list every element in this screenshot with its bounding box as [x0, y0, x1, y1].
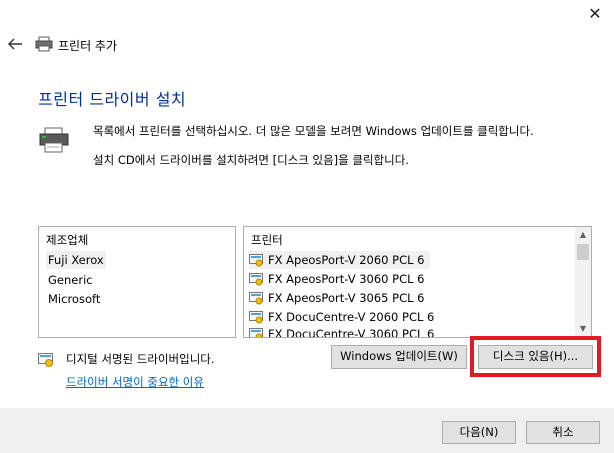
driver-certificate-icon	[249, 310, 263, 324]
scroll-down-icon[interactable]: ▼	[575, 321, 591, 337]
back-arrow-icon[interactable]	[6, 35, 24, 53]
cancel-button[interactable]: 취소	[526, 421, 600, 444]
printer-icon	[38, 126, 72, 154]
printer-item-label: FX DocuCentre-V 3060 PCL 6	[268, 327, 435, 338]
signing-info-link[interactable]: 드라이버 서명이 중요한 이유	[66, 374, 204, 390]
driver-certificate-icon	[249, 253, 263, 267]
printer-item-label: FX ApeosPort-V 2060 PCL 6	[268, 253, 425, 267]
signed-driver-text: 디지털 서명된 드라이버입니다.	[66, 352, 215, 366]
manufacturer-item[interactable]: Generic	[46, 271, 95, 289]
printer-item[interactable]: FX ApeosPort-V 2060 PCL 6	[249, 251, 431, 269]
manufacturer-list-header: 제조업체	[46, 233, 89, 247]
printer-item-label: FX ApeosPort-V 3065 PCL 6	[268, 291, 425, 305]
dialog-footer	[0, 408, 614, 453]
page-title: 프린터 드라이버 설치	[38, 90, 187, 109]
description-line-1: 목록에서 프린터를 선택하십시오. 더 많은 모델을 보려면 Windows 업…	[93, 124, 534, 138]
windows-update-button[interactable]: Windows 업데이트(W)	[331, 345, 467, 369]
printer-item[interactable]: FX ApeosPort-V 3065 PCL 6	[249, 289, 424, 307]
close-button[interactable]: ✕	[582, 4, 608, 24]
scroll-up-icon[interactable]: ▲	[575, 227, 591, 243]
driver-certificate-icon	[249, 327, 263, 337]
printer-item[interactable]: FX DocuCentre-V 3060 PCL 6	[249, 325, 435, 338]
manufacturer-list[interactable]: 제조업체 Fuji Xerox Generic Microsoft	[38, 226, 236, 338]
manufacturer-item[interactable]: Microsoft	[46, 290, 102, 308]
printer-list[interactable]: 프린터 FX ApeosPort-V 2060 PCL 6 FX ApeosPo…	[243, 226, 592, 338]
printer-list-scrollbar[interactable]: ▲ ▼	[575, 227, 591, 337]
description-line-2: 설치 CD에서 드라이버를 설치하려면 [디스크 있음]을 클릭합니다.	[93, 153, 409, 167]
signed-driver-icon	[38, 352, 54, 368]
driver-certificate-icon	[249, 291, 263, 305]
printer-item-label: FX DocuCentre-V 2060 PCL 6	[268, 310, 435, 324]
printer-list-header: 프린터	[251, 233, 283, 247]
next-button[interactable]: 다음(N)	[442, 421, 516, 444]
window-title: 프린터 추가	[58, 39, 118, 53]
highlight-box	[470, 336, 601, 377]
driver-certificate-icon	[249, 272, 263, 286]
manufacturer-item[interactable]: Fuji Xerox	[46, 251, 106, 269]
printer-item[interactable]: FX DocuCentre-V 2060 PCL 6	[249, 308, 434, 326]
printer-item[interactable]: FX ApeosPort-V 3060 PCL 6	[249, 270, 424, 288]
scroll-thumb[interactable]	[577, 244, 589, 260]
printer-item-label: FX ApeosPort-V 3060 PCL 6	[268, 272, 425, 286]
printer-icon	[35, 36, 53, 52]
